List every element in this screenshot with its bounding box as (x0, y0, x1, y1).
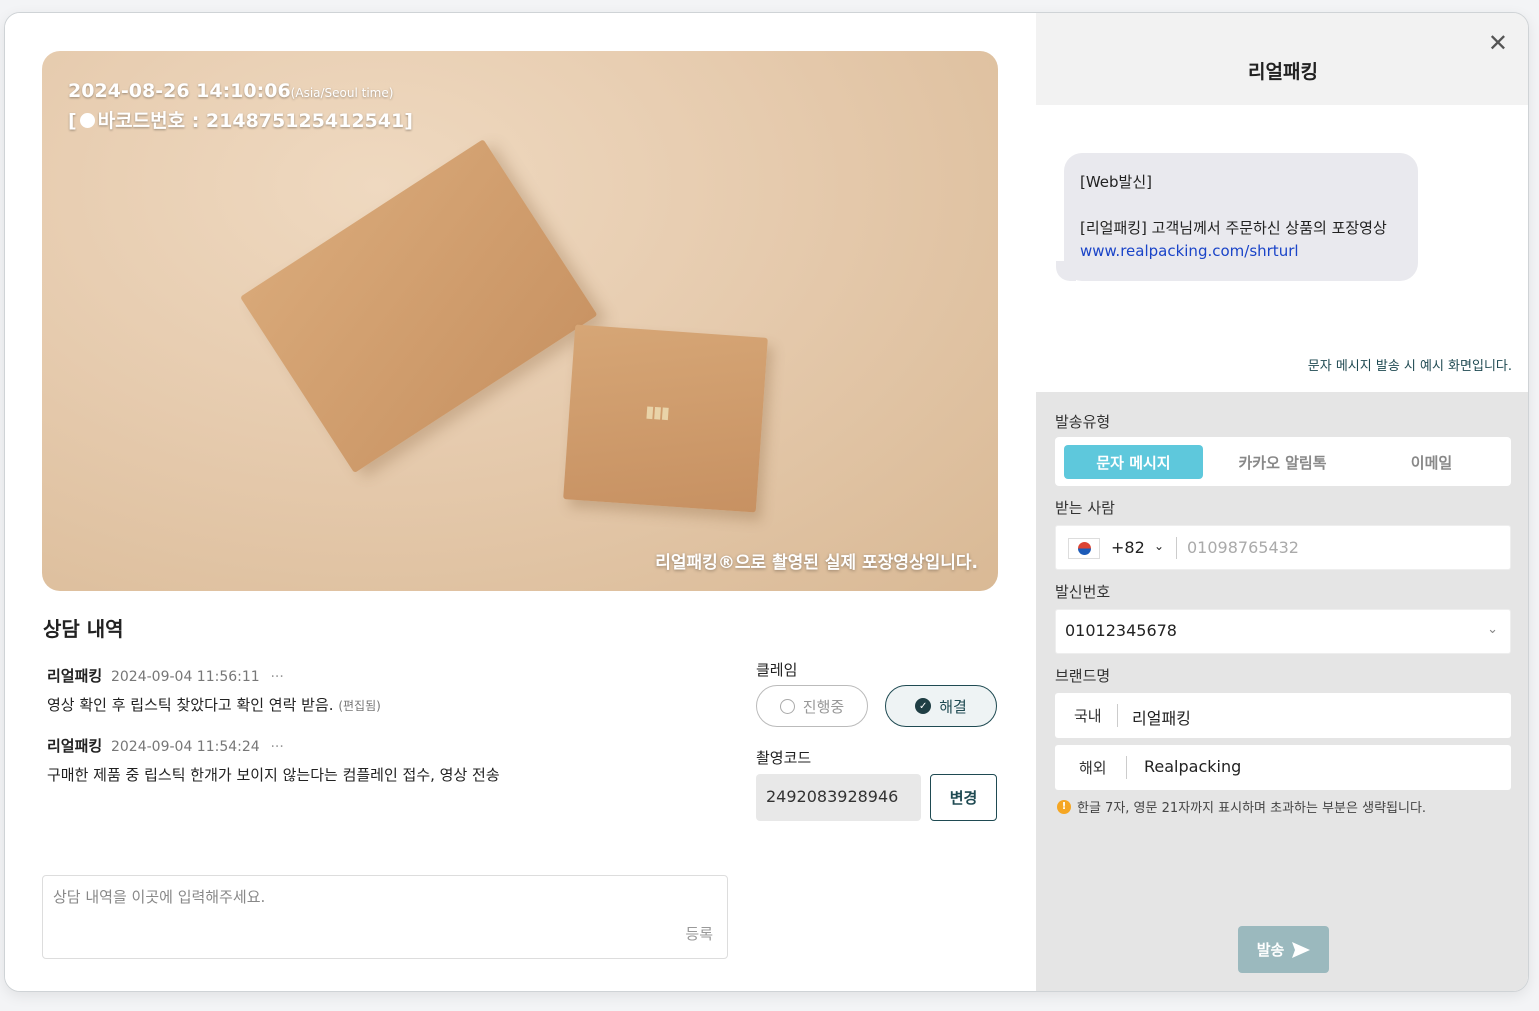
consult-entry: 리얼패킹 2024-09-04 11:54:24 ··· 구매한 제품 중 립스… (47, 735, 737, 785)
entry-author: 리얼패킹 (47, 737, 103, 755)
brand-hint: ! 한글 7자, 영문 21자까지 표시하며 초과하는 부분은 생략됩니다. (1057, 797, 1426, 816)
message-preview: [Web발신] [리얼패킹] 고객님께서 주문하신 상품의 포장영상 www.r… (1036, 105, 1528, 392)
entry-text: 영상 확인 후 립스틱 찾았다고 확인 연락 받음. (47, 696, 334, 714)
box-logo-icon: ▮▮▮ (644, 401, 670, 423)
recipient-label: 받는 사람 (1055, 499, 1115, 517)
divider (1176, 537, 1177, 559)
code-label: 촬영코드 (756, 749, 812, 767)
consult-title: 상담 내역 (43, 617, 124, 641)
consult-input[interactable]: 상담 내역을 이곳에 입력해주세요. 등록 (42, 875, 728, 959)
consult-input-placeholder: 상담 내역을 이곳에 입력해주세요. (53, 888, 266, 906)
entry-date: 2024-09-04 11:56:11 (110, 669, 260, 685)
change-code-button[interactable]: 변경 (930, 774, 997, 821)
brand-hint-text: 한글 7자, 영문 21자까지 표시하며 초과하는 부분은 생략됩니다. (1077, 801, 1427, 816)
tab-sms[interactable]: 문자 메시지 (1064, 445, 1203, 479)
send-label: 발송 (1256, 941, 1285, 959)
entry-author: 리얼패킹 (47, 667, 103, 685)
consult-entry: 리얼패킹 2024-09-04 11:56:11 ··· 영상 확인 후 립스틱… (47, 665, 737, 715)
code-value: 2492083928946 (756, 774, 921, 821)
brand-domestic-field[interactable]: 국내 리얼패킹 (1055, 693, 1511, 738)
preview-line2: [리얼패킹] 고객님께서 주문하신 상품의 포장영상 (1080, 219, 1387, 237)
more-options-icon[interactable]: ··· (270, 739, 283, 755)
phone-input[interactable]: 01098765432 (1187, 538, 1299, 557)
preview-note: 문자 메시지 발송 시 예시 화면입니다. (1307, 359, 1512, 374)
left-pane: ▮▮▮ 2024-08-26 14:10:06(Asia/Seoul time)… (5, 13, 1036, 991)
sender-select[interactable]: 01012345678 ⌄ (1055, 609, 1511, 654)
korea-flag-icon (1068, 538, 1100, 559)
send-type-label: 발송유형 (1055, 413, 1111, 431)
send-arrow-icon (1292, 941, 1311, 958)
tab-email[interactable]: 이메일 (1362, 445, 1501, 479)
submit-button[interactable]: 등록 (685, 923, 713, 944)
sender-label: 발신번호 (1055, 583, 1111, 601)
preview-line1: [Web발신] (1080, 173, 1153, 191)
claim-ongoing-label: 진행중 (802, 697, 845, 716)
sender-value: 01012345678 (1065, 621, 1177, 640)
claim-done-label: 해결 (939, 697, 967, 716)
send-button[interactable]: 발송 (1238, 926, 1329, 973)
video-caption: 리얼패킹®으로 촬영된 실제 포장영상입니다. (655, 553, 978, 573)
claim-label: 클레임 (756, 661, 798, 679)
product-box-small: ▮▮▮ (563, 324, 768, 513)
barcode-label: 바코드번호 : 214875125412541] (97, 110, 413, 132)
edited-badge: (편집됨) (338, 699, 381, 713)
video-timestamp: 2024-08-26 14:10:06 (68, 80, 291, 102)
barcode-open-bracket: [ (68, 110, 77, 132)
brand-domestic-value: 리얼패킹 (1132, 709, 1191, 728)
brand-overseas-field[interactable]: 해외 Realpacking (1055, 745, 1511, 790)
brand-overseas-key: 해외 (1079, 759, 1107, 777)
check-icon: ✓ (915, 698, 932, 714)
tab-kakao[interactable]: 카카오 알림톡 (1213, 445, 1352, 479)
country-code-select[interactable]: +82 (1111, 538, 1145, 557)
brand-domestic-key: 국내 (1074, 707, 1102, 725)
entry-text: 구매한 제품 중 립스틱 한개가 보이지 않는다는 컴플레인 접수, 영상 전송 (47, 766, 500, 784)
recipient-field: +82 ⌄ 01098765432 (1055, 525, 1511, 570)
brand-label: 브랜드명 (1055, 667, 1111, 685)
brand-overseas-value: Realpacking (1144, 757, 1242, 776)
send-panel: ✕ 리얼패킹 [Web발신] [리얼패킹] 고객님께서 주문하신 상품의 포장영… (1036, 13, 1528, 991)
packing-video[interactable]: ▮▮▮ 2024-08-26 14:10:06(Asia/Seoul time)… (42, 51, 998, 591)
divider (1126, 756, 1127, 779)
packing-video-modal: ▮▮▮ 2024-08-26 14:10:06(Asia/Seoul time)… (4, 12, 1529, 992)
preview-link[interactable]: www.realpacking.com/shrturl (1080, 242, 1299, 260)
record-dot-icon (79, 113, 95, 128)
send-type-tabs: 문자 메시지 카카오 알림톡 이메일 (1055, 437, 1511, 486)
panel-header: ✕ 리얼패킹 (1036, 13, 1528, 105)
message-bubble: [Web발신] [리얼패킹] 고객님께서 주문하신 상품의 포장영상 www.r… (1064, 153, 1418, 281)
info-icon: ! (1057, 799, 1071, 814)
more-options-icon[interactable]: ··· (270, 669, 283, 685)
chevron-down-icon[interactable]: ⌄ (1154, 539, 1164, 553)
panel-title: 리얼패킹 (1248, 61, 1318, 83)
chevron-down-icon: ⌄ (1487, 622, 1498, 637)
radio-empty-icon (779, 698, 795, 714)
claim-ongoing-radio[interactable]: 진행중 (756, 685, 868, 727)
divider (1117, 704, 1118, 727)
video-timestamp-overlay: 2024-08-26 14:10:06(Asia/Seoul time) [ 바코… (68, 77, 413, 135)
product-box-large (240, 139, 598, 474)
video-timezone: (Asia/Seoul time) (290, 86, 394, 100)
entry-date: 2024-09-04 11:54:24 (110, 739, 260, 755)
claim-done-radio[interactable]: ✓ 해결 (885, 685, 997, 727)
close-icon[interactable]: ✕ (1488, 31, 1508, 55)
